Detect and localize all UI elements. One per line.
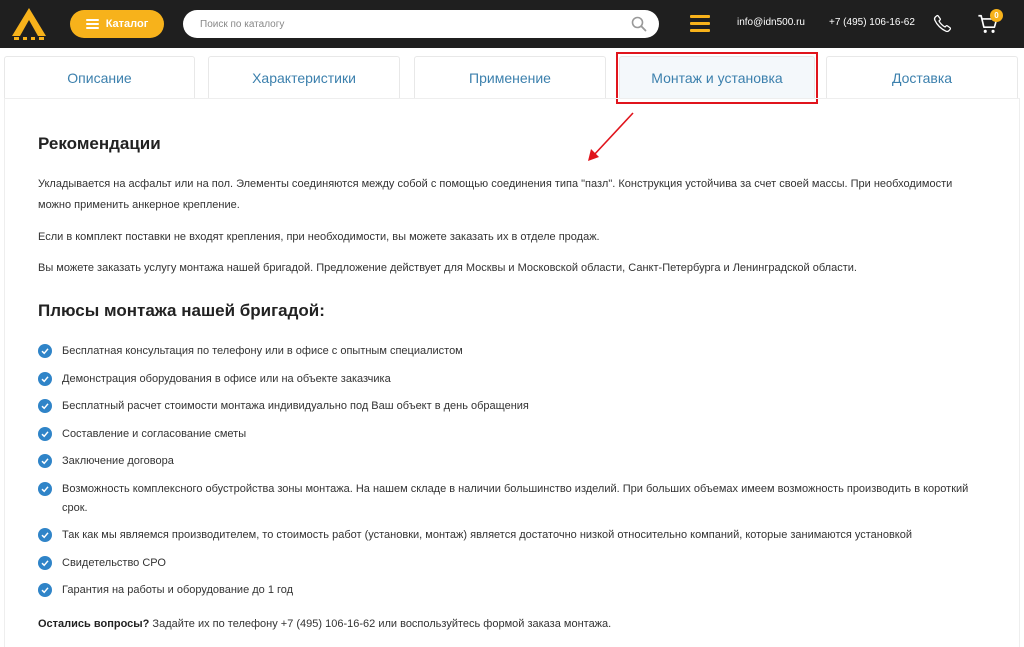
paragraph-1: Укладывается на асфальт или на пол. Элем… [38, 178, 953, 211]
paragraph-3: Вы можете заказать услугу монтажа нашей … [38, 262, 857, 274]
list-item: Возможность комплексного обустройства зо… [38, 480, 988, 518]
list-item: Так как мы являемся производителем, то с… [38, 526, 988, 545]
active-tab-highlight-box [616, 52, 818, 104]
list-item: Бесплатная консультация по телефону или … [38, 342, 988, 361]
tab-description[interactable]: Описание [4, 56, 195, 98]
pluses-heading: Плюсы монтажа нашей бригадой: [38, 301, 325, 320]
header-phone-link[interactable]: +7 (495) 106-16-62 [829, 17, 915, 28]
product-tabs: Описание Характеристики Применение Монта… [0, 48, 1024, 100]
recommendations-heading: Рекомендации [38, 134, 161, 153]
questions-bold: Остались вопросы? [38, 618, 150, 630]
search-input[interactable] [183, 10, 623, 38]
list-item: Демонстрация оборудования в офисе или на… [38, 370, 988, 389]
questions-text: Остались вопросы? Задайте их по телефону… [38, 618, 611, 630]
header-email-link[interactable]: info@idn500.ru [737, 17, 805, 28]
search-box [183, 10, 659, 38]
menu-icon [85, 19, 99, 29]
check-circle-icon [38, 344, 52, 358]
annotation-arrow-icon [588, 112, 634, 161]
check-circle-icon [38, 426, 52, 441]
tab-application[interactable]: Применение [414, 56, 606, 98]
list-item: Заключение договора [38, 452, 988, 471]
check-circle-icon [38, 481, 52, 496]
list-item: Свидетельство СРО [38, 554, 988, 573]
tab-delivery[interactable]: Доставка [826, 56, 1018, 98]
tab-characteristics[interactable]: Характеристики [208, 56, 400, 98]
hamburger-menu-icon[interactable] [690, 13, 710, 35]
list-item: Гарантия на работы и оборудование до 1 г… [38, 581, 988, 600]
list-item: Бесплатный расчет стоимости монтажа инди… [38, 397, 988, 416]
check-circle-icon [38, 399, 52, 413]
questions-rest: Задайте их по телефону +7 (495) 106-16-6… [149, 618, 612, 630]
catalog-button[interactable]: Каталог [70, 10, 164, 38]
logo-icon[interactable] [10, 6, 48, 42]
check-circle-icon [38, 371, 52, 386]
check-circle-icon [38, 555, 52, 570]
paragraph-2: Если в комплект поставки не входят крепл… [38, 231, 600, 243]
cart-count-badge: 0 [990, 9, 1003, 22]
catalog-label: Каталог [105, 18, 149, 30]
check-circle-icon [38, 583, 52, 597]
pluses-list: Бесплатная консультация по телефону или … [38, 342, 988, 609]
list-item: Составление и согласование сметы [38, 425, 988, 444]
check-circle-icon [38, 528, 52, 542]
site-header: Каталог info@idn500.ru +7 (495) 106-16-6… [0, 0, 1024, 48]
search-icon[interactable] [631, 16, 647, 32]
check-circle-icon [38, 454, 52, 468]
phone-icon[interactable] [933, 14, 952, 33]
